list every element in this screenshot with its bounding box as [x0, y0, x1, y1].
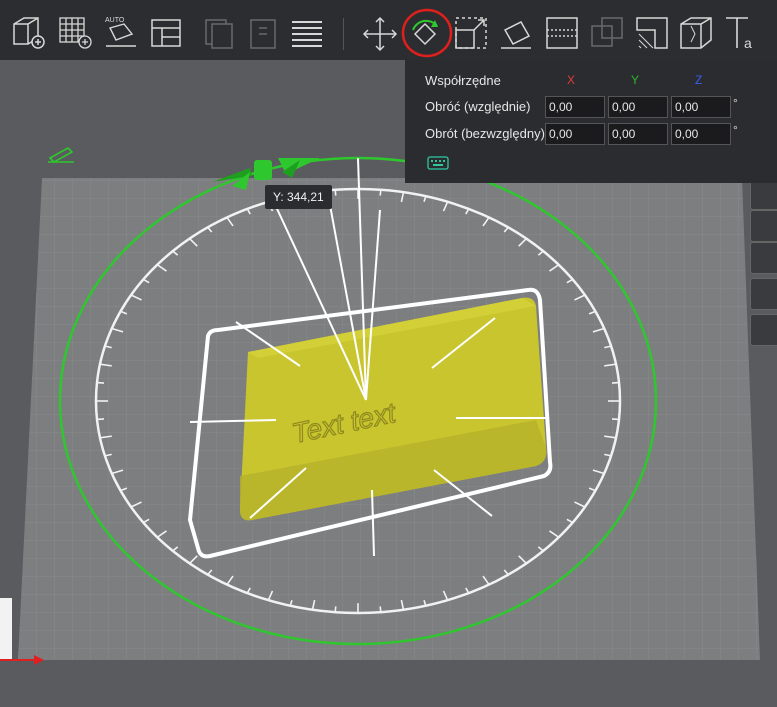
angle-tick	[611, 418, 620, 421]
relative-rotation-z-field[interactable]	[671, 96, 731, 118]
absolute-rotation-z-field[interactable]	[671, 123, 731, 145]
axis-z-label: Z	[695, 73, 703, 87]
absolute-rotation-y-field[interactable]	[608, 123, 668, 145]
angle-tick	[379, 189, 382, 196]
relative-rotation-x-field[interactable]	[545, 96, 605, 118]
axis-x-label: X	[567, 73, 576, 87]
side-layout-button[interactable]	[750, 242, 777, 274]
coordinate-tooltip: Y: 344,21	[265, 185, 332, 209]
side-diamond-button[interactable]	[750, 314, 777, 346]
axis-y-label: Y	[631, 73, 640, 87]
absolute-rotation-unit: °	[733, 123, 738, 137]
rotation-panel: Współrzędne X Y Z Obróć (względnie) ° Ob…	[405, 60, 777, 183]
relative-rotation-y-field[interactable]	[608, 96, 668, 118]
panel-header: Współrzędne	[425, 73, 501, 88]
side-lock-button[interactable]	[750, 278, 777, 310]
relative-rotation-unit: °	[733, 96, 738, 110]
edit-icon[interactable]	[48, 147, 74, 163]
highlight-circle	[401, 8, 453, 58]
absolute-rotation-x-field[interactable]	[545, 123, 605, 145]
side-edit-button[interactable]	[750, 210, 777, 242]
angle-tick	[96, 418, 105, 421]
angle-tick	[334, 606, 337, 613]
relative-rotation-label: Obróć (względnie)	[425, 99, 531, 114]
absolute-rotation-label: Obrót (bezwzględny)	[425, 126, 545, 141]
angle-tick	[611, 381, 620, 384]
keyboard-icon[interactable]	[427, 156, 449, 170]
angle-tick	[96, 381, 105, 384]
angle-tick	[334, 189, 337, 196]
angle-tick	[379, 606, 382, 613]
